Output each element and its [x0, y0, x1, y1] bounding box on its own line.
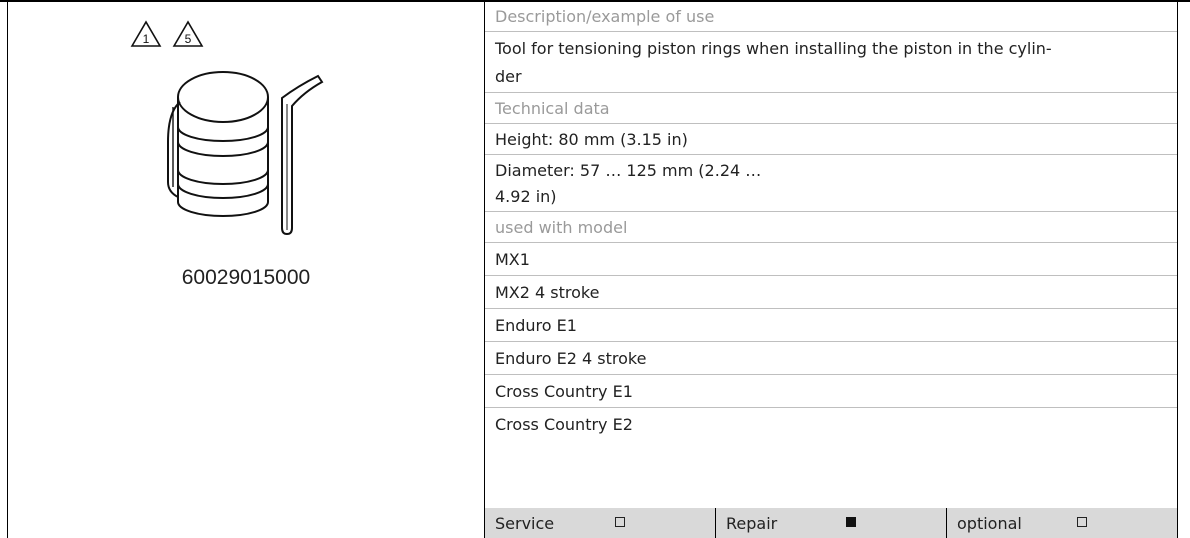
tool-sheet: 1 5 60029015000 Description/example of u… [0, 0, 1190, 538]
service-label: Service [495, 513, 555, 533]
description-text: Tool for tensioning piston rings when in… [485, 33, 1177, 93]
warning-triangle-icon: 5 [172, 20, 204, 47]
warning-triangle-icon: 1 [130, 20, 162, 47]
svg-text:5: 5 [185, 32, 192, 46]
repair-cell: Repair [716, 508, 947, 538]
model-item: Enduro E2 4 stroke [485, 343, 1177, 375]
piston-ring-compressor-icon [167, 71, 324, 236]
optional-checkbox[interactable] [1077, 517, 1087, 527]
repair-checkbox[interactable] [846, 517, 856, 527]
tool-illustration: 1 5 [130, 20, 324, 236]
part-number: 60029015000 [181, 266, 311, 289]
svg-text:1: 1 [143, 32, 150, 46]
model-item: MX2 4 stroke [485, 277, 1177, 309]
optional-label: optional [957, 513, 1022, 533]
height-spec: Height: 80 mm (3.15 in) [485, 125, 1177, 155]
service-checkbox[interactable] [615, 517, 625, 527]
usage-footer: Service Repair optional [485, 508, 1177, 538]
model-item: Enduro E1 [485, 310, 1177, 342]
model-item: MX1 [485, 244, 1177, 276]
technical-data-label: Technical data [485, 94, 1177, 124]
repair-label: Repair [726, 513, 778, 533]
models-label: used with model [485, 213, 1177, 243]
tool-illustration-column: 1 5 60029015000 [8, 2, 484, 538]
service-cell: Service [485, 508, 716, 538]
model-item: Cross Country E1 [485, 376, 1177, 408]
optional-cell: optional [947, 508, 1177, 538]
description-label: Description/example of use [485, 2, 1177, 32]
right-border [1177, 0, 1178, 538]
diameter-spec: Diameter: 57 … 125 mm (2.24 … 4.92 in) [485, 156, 1177, 212]
model-item: Cross Country E2 [495, 415, 633, 434]
